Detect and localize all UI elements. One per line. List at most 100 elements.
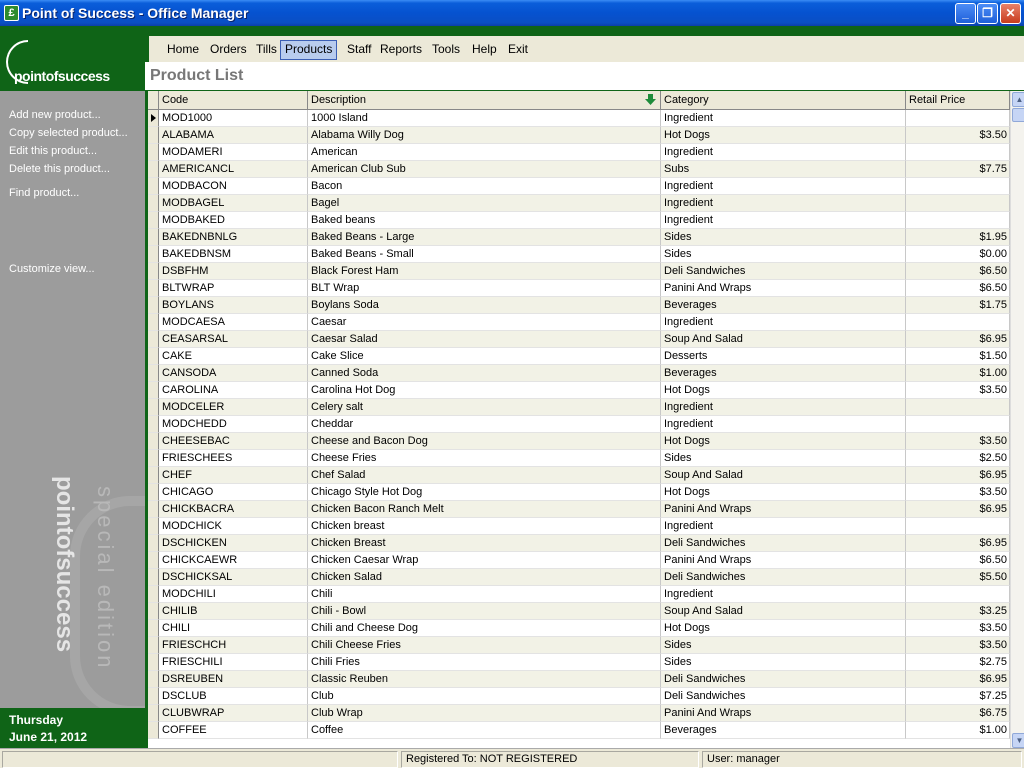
row-selector[interactable] [148,484,159,501]
scroll-thumb[interactable] [1012,108,1024,122]
cell-description[interactable]: Canned Soda [308,365,661,382]
cell-code[interactable]: CHICAGO [159,484,308,501]
row-selector[interactable] [148,654,159,671]
cell-category[interactable]: Subs [661,161,906,178]
cell-code[interactable]: DSBFHM [159,263,308,280]
menu-help[interactable]: Help [468,40,501,60]
table-row[interactable]: MODBAKED Baked beans Ingredient [148,212,1010,229]
cell-code[interactable]: BAKEDNBNLG [159,229,308,246]
row-selector[interactable] [148,501,159,518]
cell-category[interactable]: Soup And Salad [661,603,906,620]
scroll-down-button[interactable]: ▼ [1012,733,1024,748]
cell-description[interactable]: 1000 Island [308,110,661,127]
row-selector[interactable] [148,229,159,246]
cell-category[interactable]: Ingredient [661,195,906,212]
cell-category[interactable]: Sides [661,654,906,671]
cell-description[interactable]: Caesar Salad [308,331,661,348]
row-selector[interactable] [148,467,159,484]
menu-exit[interactable]: Exit [504,40,532,60]
menu-home[interactable]: Home [163,40,203,60]
table-row[interactable]: DSCHICKSAL Chicken Salad Deli Sandwiches $5… [148,569,1010,586]
cell-category[interactable]: Sides [661,450,906,467]
row-selector[interactable] [148,450,159,467]
maximize-button[interactable]: ❐ [977,3,998,24]
cell-code[interactable]: DSCHICKSAL [159,569,308,586]
cell-category[interactable]: Beverages [661,365,906,382]
cell-retail-price[interactable]: $3.50 [906,484,1010,501]
cell-description[interactable]: Baked Beans - Large [308,229,661,246]
cell-code[interactable]: CANSODA [159,365,308,382]
table-row[interactable]: CHILI Chili and Cheese Dog Hot Dogs $3.50 [148,620,1010,637]
cell-category[interactable]: Sides [661,637,906,654]
cell-code[interactable]: MODCELER [159,399,308,416]
cell-code[interactable]: CHEESEBAC [159,433,308,450]
cell-retail-price[interactable] [906,586,1010,603]
column-header-retail-price[interactable]: Retail Price [906,91,1010,110]
cell-category[interactable]: Soup And Salad [661,331,906,348]
cell-code[interactable]: CHICKBACRA [159,501,308,518]
row-selector[interactable] [148,161,159,178]
row-selector[interactable] [148,314,159,331]
cell-category[interactable]: Deli Sandwiches [661,671,906,688]
cell-category[interactable]: Soup And Salad [661,467,906,484]
cell-category[interactable]: Ingredient [661,314,906,331]
cell-description[interactable]: Chicken Bacon Ranch Melt [308,501,661,518]
cell-description[interactable]: Chicago Style Hot Dog [308,484,661,501]
cell-code[interactable]: AMERICANCL [159,161,308,178]
cell-retail-price[interactable] [906,314,1010,331]
cell-code[interactable]: ALABAMA [159,127,308,144]
cell-description[interactable]: Chicken breast [308,518,661,535]
row-selector[interactable] [148,212,159,229]
cell-code[interactable]: MODCAESA [159,314,308,331]
cell-retail-price[interactable]: $3.25 [906,603,1010,620]
cell-category[interactable]: Ingredient [661,144,906,161]
cell-description[interactable]: Boylans Soda [308,297,661,314]
cell-retail-price[interactable] [906,178,1010,195]
row-selector[interactable] [148,416,159,433]
cell-category[interactable]: Desserts [661,348,906,365]
cell-description[interactable]: Chili [308,586,661,603]
column-header-description[interactable]: Description [308,91,661,110]
table-row[interactable]: FRIESCHEES Cheese Fries Sides $2.50 [148,450,1010,467]
table-row[interactable]: MOD1000 1000 Island Ingredient [148,110,1010,127]
row-selector[interactable] [148,620,159,637]
cell-description[interactable]: Bacon [308,178,661,195]
cell-retail-price[interactable] [906,399,1010,416]
cell-category[interactable]: Deli Sandwiches [661,535,906,552]
delete-product-link[interactable]: Delete this product... [9,163,110,175]
row-selector[interactable] [148,705,159,722]
cell-retail-price[interactable]: $2.75 [906,654,1010,671]
cell-description[interactable]: Baked beans [308,212,661,229]
row-selector[interactable] [148,688,159,705]
table-row[interactable]: CHEF Chef Salad Soup And Salad $6.95 [148,467,1010,484]
table-row[interactable]: CHICKBACRA Chicken Bacon Ranch Melt Panini… [148,501,1010,518]
table-row[interactable]: CANSODA Canned Soda Beverages $1.00 [148,365,1010,382]
row-selector[interactable] [148,110,159,127]
cell-category[interactable]: Ingredient [661,178,906,195]
cell-category[interactable]: Panini And Wraps [661,705,906,722]
table-row[interactable]: COFFEE Coffee Beverages $1.00 [148,722,1010,739]
row-selector[interactable] [148,348,159,365]
table-row[interactable]: BOYLANS Boylans Soda Beverages $1.75 [148,297,1010,314]
menu-tills[interactable]: Tills [252,40,281,60]
table-row[interactable]: BAKEDBNSM Baked Beans - Small Sides $0.00 [148,246,1010,263]
cell-description[interactable]: Coffee [308,722,661,739]
cell-category[interactable]: Ingredient [661,399,906,416]
cell-category[interactable]: Panini And Wraps [661,552,906,569]
cell-retail-price[interactable]: $6.95 [906,535,1010,552]
cell-description[interactable]: American [308,144,661,161]
table-row[interactable]: ALABAMA Alabama Willy Dog Hot Dogs $3.50 [148,127,1010,144]
cell-retail-price[interactable]: $6.50 [906,280,1010,297]
cell-description[interactable]: Cheese and Bacon Dog [308,433,661,450]
cell-retail-price[interactable]: $3.50 [906,433,1010,450]
cell-retail-price[interactable]: $5.50 [906,569,1010,586]
cell-code[interactable]: BLTWRAP [159,280,308,297]
row-selector[interactable] [148,280,159,297]
edit-product-link[interactable]: Edit this product... [9,145,97,157]
cell-retail-price[interactable]: $3.50 [906,382,1010,399]
cell-description[interactable]: Cake Slice [308,348,661,365]
cell-retail-price[interactable]: $6.50 [906,263,1010,280]
cell-category[interactable]: Ingredient [661,212,906,229]
cell-code[interactable]: MODAMERI [159,144,308,161]
copy-product-link[interactable]: Copy selected product... [9,127,128,139]
